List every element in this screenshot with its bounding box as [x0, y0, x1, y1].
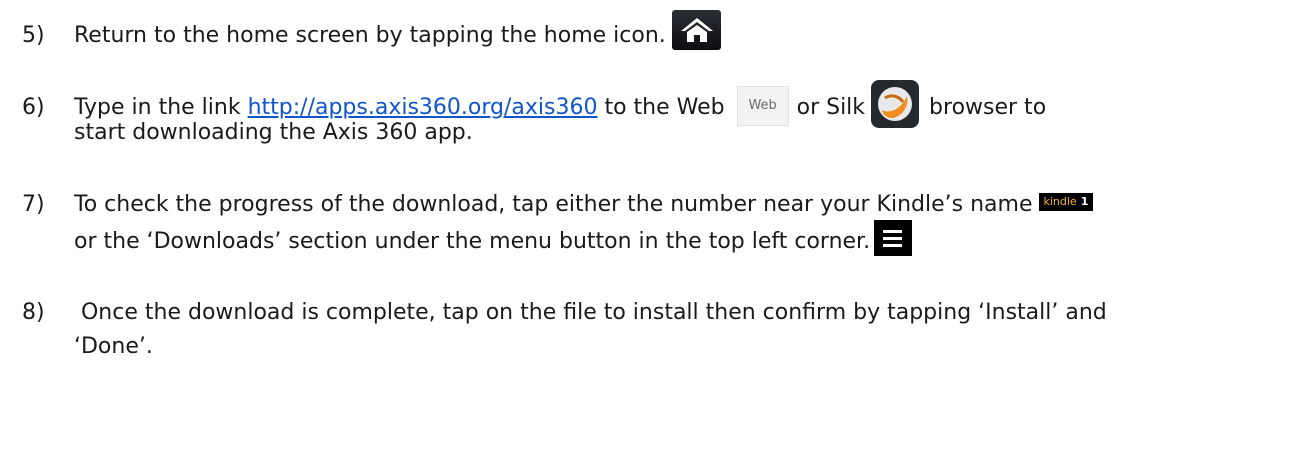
menu-icon[interactable] [874, 220, 913, 256]
step-number: 7) [22, 192, 45, 217]
step-8: 8) Once the download is complete, tap on… [22, 298, 1107, 328]
kindle-downloads-badge[interactable]: kindle 1 [1039, 193, 1094, 211]
kindle-badge-label: kindle [1043, 195, 1077, 208]
step-number: 8) [22, 300, 45, 325]
step-6-continuation: start downloading the Axis 360 app. [74, 120, 473, 145]
step-text: or the ‘Downloads’ section under the men… [74, 229, 871, 254]
step-text: Once the download is complete, tap on th… [74, 300, 1107, 325]
axis360-link[interactable]: http://apps.axis360.org/axis360 [248, 95, 598, 120]
home-icon[interactable] [671, 10, 721, 50]
step-7-continuation: or the ‘Downloads’ section under the men… [74, 220, 913, 260]
step-text: to the Web [597, 95, 725, 120]
step-number: 6) [22, 95, 45, 120]
step-text: Return to the home screen by tapping the… [74, 23, 666, 48]
web-icon-label: Web [748, 98, 777, 113]
step-text: Type in the link [74, 95, 248, 120]
step-number: 5) [22, 23, 45, 48]
web-browser-icon[interactable]: Web [736, 86, 789, 126]
step-5: 5) Return to the home screen by tapping t… [22, 10, 721, 56]
silk-browser-icon[interactable] [871, 80, 920, 128]
step-text: browser to [929, 95, 1047, 120]
step-8-continuation: ‘Done’. [74, 334, 153, 359]
kindle-badge-count: 1 [1080, 195, 1089, 208]
step-7: 7) To check the progress of the download,… [22, 190, 1094, 220]
step-text: or Silk [796, 95, 866, 120]
step-text: To check the progress of the download, t… [74, 192, 1033, 217]
